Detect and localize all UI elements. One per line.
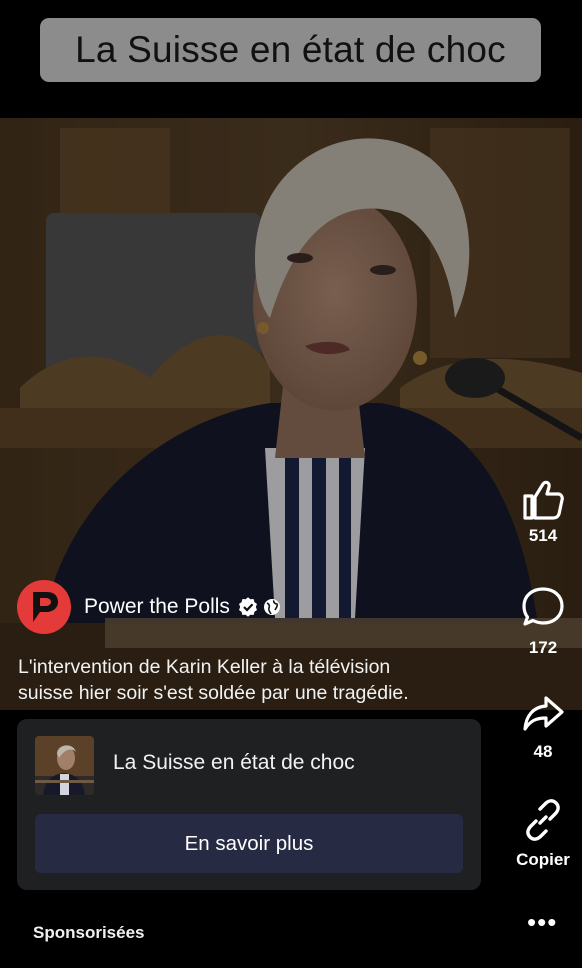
share-count: 48 xyxy=(533,742,553,761)
ad-card[interactable]: La Suisse en état de choc En savoir plus xyxy=(17,719,481,890)
share-icon[interactable] xyxy=(521,694,565,734)
copy-label: Copier xyxy=(516,850,570,869)
author-avatar[interactable] xyxy=(17,580,71,634)
ad-thumbnail-image xyxy=(35,736,94,795)
comment-icon[interactable] xyxy=(521,586,565,628)
author-name[interactable]: Power the Polls xyxy=(84,595,230,619)
sponsored-label: Sponsorisées xyxy=(33,923,145,942)
overlay-title-banner: La Suisse en état de choc xyxy=(40,18,541,82)
thumbs-up-icon[interactable] xyxy=(521,478,565,522)
copy-link-action[interactable]: Copier xyxy=(511,799,575,870)
overlay-title: La Suisse en état de choc xyxy=(75,29,506,70)
post-caption: L'intervention de Karin Keller à la télé… xyxy=(18,654,498,706)
more-icon[interactable]: ••• xyxy=(527,909,559,935)
verified-icon xyxy=(238,597,257,617)
link-icon[interactable] xyxy=(522,799,564,841)
comment-count: 172 xyxy=(528,638,558,657)
ad-card-title: La Suisse en état de choc xyxy=(113,751,355,774)
caption-line-1: L'intervention de Karin Keller à la télé… xyxy=(18,656,391,678)
post-author[interactable]: Power the Polls xyxy=(17,580,281,634)
ad-thumbnail[interactable] xyxy=(35,736,94,795)
share-action[interactable]: 48 xyxy=(511,694,575,762)
power-logo-icon xyxy=(33,592,58,622)
globe-icon xyxy=(263,599,280,615)
like-action[interactable]: 514 xyxy=(511,478,575,546)
caption-line-2: suisse hier soir s'est soldée par une tr… xyxy=(18,682,409,704)
comment-action[interactable]: 172 xyxy=(511,586,575,658)
like-count: 514 xyxy=(528,526,558,545)
learn-more-button[interactable]: En savoir plus xyxy=(35,814,463,873)
